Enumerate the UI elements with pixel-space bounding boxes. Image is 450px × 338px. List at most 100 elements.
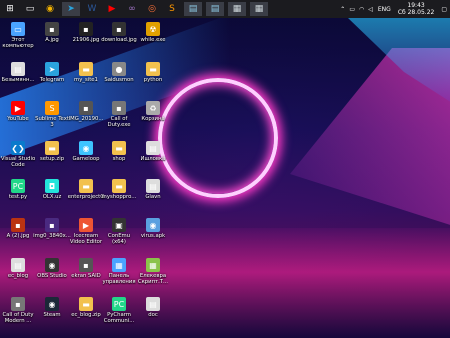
desktop-icon-label: Елекевра Скрипт.Т... — [137, 273, 169, 285]
desktop-icon-label: Call of Duty.exe — [107, 116, 131, 128]
language-indicator[interactable]: ENG — [375, 6, 394, 13]
notification-icon[interactable]: ▢ — [438, 6, 450, 13]
desktop-icon[interactable]: ▦ Елекевра Скрипт.Т... — [135, 258, 171, 285]
desktop-icon[interactable]: ▪ A (2).jpg — [0, 218, 36, 239]
desktop-icon[interactable]: ▬ setup.zip — [34, 141, 70, 162]
desktop-icon-label: Ишловка — [140, 156, 166, 162]
app-icon: PC — [112, 297, 126, 311]
app-icon: ▪ — [79, 258, 93, 272]
desktop-icon[interactable]: ▪ IMG_20190... — [68, 101, 104, 122]
terminal-icon-2[interactable]: ▦ — [250, 2, 268, 16]
desktop-icon[interactable]: ▶ YouTube — [0, 101, 36, 122]
clock-date: Сб 28.05.22 — [397, 9, 435, 16]
desktop-icon-label: setup.zip — [39, 156, 65, 162]
desktop-icon[interactable]: ▪ Call of Duty Modern ... — [0, 297, 36, 324]
app-icon: ▤ — [146, 141, 160, 155]
desktop-icon[interactable]: ◘ OLX.uz — [34, 179, 70, 200]
app-icon: ❮❯ — [11, 141, 25, 155]
desktop-icon[interactable]: ▬ ec_blog.zip — [68, 297, 104, 318]
desktop-icon-label: Visual Studio Code — [0, 156, 36, 168]
desktop-icon[interactable]: ◉ OBS Studio — [34, 258, 70, 279]
desktop-icon-label: A (2).jpg — [6, 233, 30, 239]
desktop-icon[interactable]: ▬ shop — [101, 141, 137, 162]
desktop-icon[interactable]: ▪ Call of Duty.exe — [101, 101, 137, 128]
wifi-icon[interactable]: ◠ — [357, 6, 366, 13]
clock-time: 19:43 — [407, 2, 425, 9]
desktop-icon[interactable]: ▪ download.jpg — [101, 22, 137, 43]
clock[interactable]: 19:43 Сб 28.05.22 — [394, 2, 439, 16]
file-explorer-icon-2[interactable]: ▤ — [206, 2, 224, 16]
desktop-icon[interactable]: ▪ 21906.jpg — [68, 22, 104, 43]
word-icon[interactable]: W — [84, 2, 100, 16]
desktop-icon-label: YouTube — [7, 116, 29, 122]
desktop-icon[interactable]: ❮❯ Visual Studio Code — [0, 141, 36, 168]
desktop-icon[interactable]: ▤ doc — [135, 297, 171, 318]
taskbar-apps: ⊞ ▭ ◉ ➤ W ▶ ∞ ◎ S ▤ ▤ ▦ ▦ — [0, 2, 270, 16]
desktop-icon[interactable]: ☢ while.exe — [135, 22, 171, 43]
desktop-icon[interactable]: ▶ Icecream Video Editor — [68, 218, 104, 245]
app-icon: PC — [11, 179, 25, 193]
system-tray: ⌃ ▭ ◠ ◁ ENG 19:43 Сб 28.05.22 ▢ — [338, 0, 450, 18]
app-icon: ▪ — [45, 22, 59, 36]
desktop-icon-label: shop — [112, 156, 126, 162]
desktop-icon[interactable]: ▤ Glavn — [135, 179, 171, 200]
task-view-icon[interactable]: ▭ — [22, 2, 38, 16]
desktop-icon-label: ConEmu (x64) — [107, 233, 131, 245]
desktop-icon[interactable]: ◉ Steam — [34, 297, 70, 318]
desktop-icon[interactable]: ● Saidusmon — [101, 62, 137, 83]
desktop-icon[interactable]: S Sublime Text 3 — [34, 101, 70, 128]
desktop-icon[interactable]: ▪ ekran SAID — [68, 258, 104, 279]
desktop-icon[interactable]: ▦ Панель управления — [101, 258, 137, 285]
visual-studio-icon[interactable]: ∞ — [124, 2, 140, 16]
app-icon: ▦ — [146, 258, 160, 272]
app-icon: ▪ — [79, 101, 93, 115]
desktop-icon[interactable]: ♻ Корзина — [135, 101, 171, 122]
chrome-icon[interactable]: ◉ — [42, 2, 58, 16]
volume-icon[interactable]: ◁ — [366, 6, 375, 13]
desktop-icon[interactable]: ▣ ConEmu (x64) — [101, 218, 137, 245]
telegram-icon[interactable]: ➤ — [62, 2, 80, 16]
desktop-icon[interactable]: ▤ Безымянн... — [0, 62, 36, 83]
firefox-icon[interactable]: ◎ — [144, 2, 160, 16]
app-icon: ▪ — [79, 22, 93, 36]
app-icon: ▣ — [112, 218, 126, 232]
desktop-icon[interactable]: ▬ my_site1 — [68, 62, 104, 83]
desktop-icon[interactable]: ◉ Gameloop — [68, 141, 104, 162]
chevron-up-icon[interactable]: ⌃ — [338, 6, 347, 13]
app-icon: ▬ — [79, 297, 93, 311]
start-icon[interactable]: ⊞ — [2, 2, 18, 16]
terminal-icon[interactable]: ▦ — [228, 2, 246, 16]
app-icon: ▬ — [45, 141, 59, 155]
sublime-icon[interactable]: S — [164, 2, 180, 16]
desktop-icon-label: Панель управления — [102, 273, 136, 285]
app-icon: ▪ — [112, 22, 126, 36]
youtube-icon[interactable]: ▶ — [104, 2, 120, 16]
desktop-icon[interactable]: PC test.py — [0, 179, 36, 200]
desktop-icon-label: Безымянн... — [1, 77, 35, 83]
desktop-icon-label: IMG_20190... — [68, 116, 104, 122]
desktop-icon-label: Steam — [43, 312, 61, 318]
desktop-icon[interactable]: ▭ Этот компьютер — [0, 22, 36, 49]
desktop-icon-label: virus.apk — [140, 233, 166, 239]
file-explorer-icon[interactable]: ▤ — [184, 2, 202, 16]
desktop-icon[interactable]: ▬ python — [135, 62, 171, 83]
desktop-icon-label: ec_blog.zip — [71, 312, 101, 318]
desktop-icon[interactable]: ◉ virus.apk — [135, 218, 171, 239]
desktop-icon[interactable]: ▪ A.jpg — [34, 22, 70, 43]
app-icon: ➤ — [45, 62, 59, 76]
desktop-icon[interactable]: ➤ Telegram — [34, 62, 70, 83]
desktop-icon[interactable]: PC PyCharm Communi... — [101, 297, 137, 324]
app-icon: ▪ — [11, 218, 25, 232]
desktop-icon[interactable]: ▤ Ишловка — [135, 141, 171, 162]
desktop-icon-label: python — [143, 77, 163, 83]
neon-ring — [158, 78, 278, 198]
network-icon[interactable]: ▭ — [347, 6, 357, 13]
desktop-icon[interactable]: ▬ myshoppro... — [101, 179, 137, 200]
desktop-icon[interactable]: ▤ ec_blog — [0, 258, 36, 279]
desktop-icon[interactable]: ▬ enterprojectG — [68, 179, 104, 200]
desktop-icon-label: enterprojectG — [67, 194, 105, 200]
desktop-icon-label: Telegram — [39, 77, 65, 83]
app-icon: ◉ — [146, 218, 160, 232]
app-icon: ▬ — [79, 62, 93, 76]
desktop-icon[interactable]: ▪ img0_3840x... — [33, 218, 71, 239]
